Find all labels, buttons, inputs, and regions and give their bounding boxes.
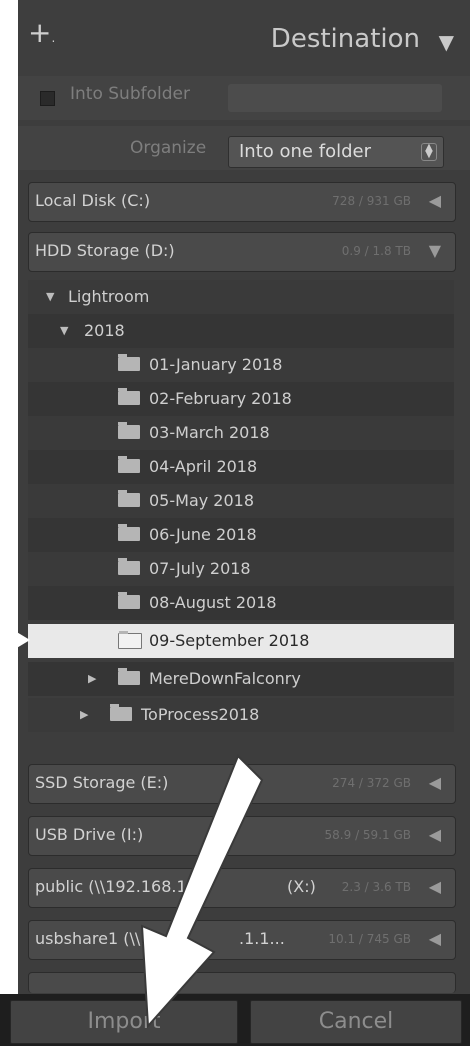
organize-label: Organize (130, 138, 207, 158)
volume-row[interactable]: HDD Storage (D:) 0.9 / 1.8 TB ▼ (28, 232, 456, 272)
volume-name: Local Disk (C:) (35, 191, 151, 210)
disclosure-right-icon[interactable]: ▶ (88, 672, 96, 685)
volume-row[interactable]: USB Drive (I:) 58.9 / 59.1 GB ◀ (28, 816, 456, 856)
folder-label: 08-August 2018 (149, 593, 277, 612)
disclosure-right-icon[interactable]: ▶ (80, 708, 88, 721)
folder-label: Lightroom (68, 287, 150, 306)
folder-label: 07-July 2018 (149, 559, 251, 578)
volume-row-partial[interactable] (28, 972, 456, 993)
organize-value: Into one folder (239, 141, 371, 162)
folder-icon (118, 422, 140, 439)
triangle-left-icon[interactable]: ◀ (429, 191, 441, 210)
volume-size: 0.9 / 1.8 TB (341, 244, 411, 258)
disclosure-down-icon[interactable]: ▼ (60, 324, 68, 337)
tree-folder[interactable]: 01-January 2018 (28, 348, 454, 382)
volume-name: usbshare1 (\\19 (35, 929, 161, 948)
stepper-icon: ▲ ▼ (421, 143, 437, 161)
tree-folder[interactable]: 02-February 2018 (28, 382, 454, 416)
folder-label: ToProcess2018 (141, 705, 260, 724)
folder-icon (118, 668, 140, 685)
tree-folder[interactable]: 03-March 2018 (28, 416, 454, 450)
panel-title: Destination (270, 24, 420, 54)
import-button-label: Import (87, 1009, 161, 1034)
volume-name-tail: .1.1... (239, 929, 285, 948)
volume-row[interactable]: SSD Storage (E:) 274 / 372 GB ◀ (28, 764, 456, 804)
folder-label: 03-March 2018 (149, 423, 270, 442)
volume-size: 2.3 / 3.6 TB (341, 880, 411, 894)
volume-name: USB Drive (I:) (35, 825, 144, 844)
folder-label: 02-February 2018 (149, 389, 292, 408)
volume-name: public (\\192.168.1 (35, 877, 187, 896)
volume-size: 728 / 931 GB (332, 194, 411, 208)
import-button[interactable]: Import (10, 1000, 238, 1044)
disclosure-down-icon[interactable]: ▼ (46, 290, 54, 303)
volume-size: 58.9 / 59.1 GB (324, 828, 411, 842)
folder-icon (118, 558, 140, 575)
triangle-down-icon[interactable]: ▼ (439, 30, 454, 54)
folder-label: MereDownFalconry (149, 669, 301, 688)
tree-folder[interactable]: 07-July 2018 (28, 552, 454, 586)
volume-size: 10.1 / 745 GB (328, 932, 411, 946)
folder-icon (118, 388, 140, 405)
triangle-left-icon[interactable]: ◀ (429, 929, 441, 948)
left-gutter (0, 0, 18, 1046)
organize-select[interactable]: Into one folder ▲ ▼ (228, 136, 444, 168)
volume-name: HDD Storage (D:) (35, 241, 175, 260)
into-subfolder-label: Into Subfolder (70, 84, 190, 104)
folder-label: 2018 (84, 321, 125, 340)
plus-icon[interactable]: +. (28, 16, 55, 49)
volume-name-tail: (X:) (287, 877, 316, 896)
volume-name: SSD Storage (E:) (35, 773, 169, 792)
triangle-left-icon[interactable]: ◀ (429, 825, 441, 844)
tree-folder[interactable]: 05-May 2018 (28, 484, 454, 518)
volume-row[interactable]: usbshare1 (\\19 .1.1... 10.1 / 745 GB ◀ (28, 920, 456, 960)
folder-icon (118, 524, 140, 541)
tree-folder-2018[interactable]: ▼ 2018 (28, 314, 454, 348)
tree-folder[interactable]: 06-June 2018 (28, 518, 454, 552)
into-subfolder-checkbox[interactable] (40, 91, 55, 106)
subfolder-name-field[interactable] (228, 84, 442, 112)
folder-label: 06-June 2018 (149, 525, 257, 544)
folder-icon (118, 354, 140, 371)
folder-label: 01-January 2018 (149, 355, 283, 374)
tree-folder[interactable]: ▶ MereDownFalconry (28, 662, 454, 696)
triangle-down-icon[interactable]: ▼ (429, 241, 441, 260)
volume-row[interactable]: Local Disk (C:) 728 / 931 GB ◀ (28, 182, 456, 222)
triangle-left-icon[interactable]: ◀ (429, 877, 441, 896)
folder-label: 04-April 2018 (149, 457, 258, 476)
cancel-button-label: Cancel (318, 1009, 394, 1034)
folder-icon (118, 592, 140, 609)
volume-size: 274 / 372 GB (332, 776, 411, 790)
tree-folder-lightroom[interactable]: ▼ Lightroom (28, 280, 454, 314)
volume-row[interactable]: public (\\192.168.1 (X:) 2.3 / 3.6 TB ◀ (28, 868, 456, 908)
folder-label: 05-May 2018 (149, 491, 255, 510)
folder-icon (110, 704, 132, 721)
folder-icon (118, 631, 142, 649)
folder-icon (118, 490, 140, 507)
cancel-button[interactable]: Cancel (250, 1000, 462, 1044)
tree-folder[interactable]: 08-August 2018 (28, 586, 454, 620)
selection-pointer-icon (0, 622, 30, 658)
folder-label: 09-September 2018 (149, 631, 310, 650)
tree-folder[interactable]: 04-April 2018 (28, 450, 454, 484)
tree-folder[interactable]: ▶ ToProcess2018 (28, 698, 454, 732)
tree-folder-selected[interactable]: 09-September 2018 (28, 624, 454, 658)
folder-icon (118, 456, 140, 473)
triangle-left-icon[interactable]: ◀ (429, 773, 441, 792)
